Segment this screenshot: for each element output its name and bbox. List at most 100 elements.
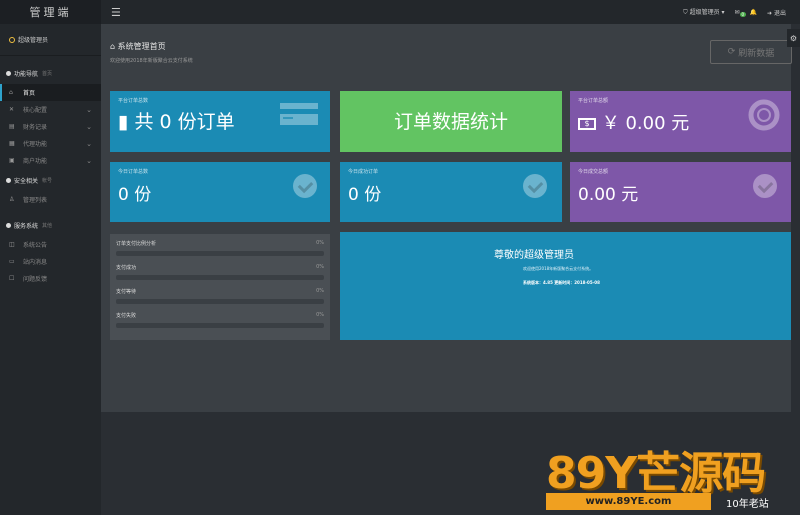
home-icon: ⌂ xyxy=(110,42,116,51)
sidebar-item-label: 核心配置 xyxy=(23,107,48,114)
card-value: 0 份 xyxy=(118,185,152,205)
progress-pct: 0% xyxy=(316,264,324,270)
sidebar-item-label: 代理功能 xyxy=(23,141,48,148)
settings-gear-icon[interactable]: ⚙ xyxy=(787,29,800,47)
watermark-tag: 10年老站 xyxy=(726,499,769,510)
check-circle-icon xyxy=(293,174,317,198)
refresh-button[interactable]: ⟳ 刷新数据 xyxy=(710,40,792,64)
chevron-down-icon: ⌄ xyxy=(86,139,92,148)
sidebar-item-finance[interactable]: ▤ 财务记录 ⌄ xyxy=(0,118,101,135)
sidebar-item-message[interactable]: ▭ 站内消息 xyxy=(0,253,101,270)
card-label: 平台订单总数 xyxy=(118,98,149,104)
logout-button[interactable]: ➜ 退出 xyxy=(767,8,786,17)
admin-welcome-panel: 尊敬的超级管理员 欢迎使用2018年新版聚合云支付系统。 系统版本：4.85 更… xyxy=(340,232,791,340)
chevron-down-icon: ⌄ xyxy=(86,156,92,165)
card-today-orders: 今日订单总数 0 份 xyxy=(110,162,330,222)
card-value: $ ￥ 0.00 元 xyxy=(578,109,689,135)
logout-label: 退出 xyxy=(773,9,786,17)
bookmark-icon: ▮ xyxy=(118,111,129,133)
sidebar-item-feedback[interactable]: ☐ 问题反馈 xyxy=(0,270,101,287)
brand-title: 管理端 xyxy=(0,0,101,24)
watermark: 89Y芒源码 www.89YE.com 10年老站 xyxy=(540,437,800,515)
card-value: 0.00 元 xyxy=(578,185,639,205)
page-subtitle: 欢迎使用2018年新版聚合云支付系统 xyxy=(110,58,193,64)
chevron-down-icon: ⌄ xyxy=(86,105,92,114)
progress-bar xyxy=(116,275,324,280)
sidebar-item-label: 站内消息 xyxy=(23,259,48,266)
sidebar-item-label: 管理列表 xyxy=(23,197,48,204)
sidebar-item-label: 商户功能 xyxy=(23,158,48,165)
admin-title: 尊敬的超级管理员 xyxy=(494,250,574,261)
card-label: 今日成功订单 xyxy=(348,169,379,175)
progress-label: 支付失败 xyxy=(116,313,137,319)
caret-down-icon: ▾ xyxy=(721,9,725,16)
sidebar: 管理端 超级管理员 功能导航 首页 ⌂ 首页 ✕ 核心配置 ⌄ ▤ 财务记录 ⌄… xyxy=(0,0,101,515)
card-value: 0 份 xyxy=(348,185,382,205)
agent-icon: ▦ xyxy=(9,140,15,147)
progress-pct: 0% xyxy=(316,240,324,246)
section-dot-icon xyxy=(6,177,11,183)
progress-bar xyxy=(116,323,324,328)
message-icon: ▭ xyxy=(9,258,15,265)
lifebuoy-icon xyxy=(748,99,780,131)
feedback-icon: ☐ xyxy=(9,275,15,282)
card-value-text: 共 0 份订单 xyxy=(134,111,235,133)
card-today-success: 今日成功订单 0 份 xyxy=(340,162,562,222)
sidebar-item-label: 首页 xyxy=(23,90,36,97)
section-dot-icon xyxy=(6,70,11,76)
admin-version-info: 系统版本：4.85 更新时间：2018-05-08 xyxy=(523,280,600,285)
topbar: ☰ ⛉ 超级管理员 ▾ ✉ 0 🔔 ➜ 退出 xyxy=(101,0,800,24)
section-sub: 其他 xyxy=(42,222,53,229)
refresh-label: 刷新数据 xyxy=(738,48,775,59)
card-total-orders: 平台订单总数 ▮ 共 0 份订单 xyxy=(110,91,330,152)
card-platform-amount: 平台订单总额 $ ￥ 0.00 元 xyxy=(570,91,791,152)
card-order-stats[interactable]: 订单数据统计 xyxy=(340,91,562,152)
sidebar-item-label: 财务记录 xyxy=(23,124,48,131)
message-icon: ✉ xyxy=(734,8,740,16)
section-title: 安全相关 xyxy=(14,177,39,185)
sidebar-item-merchant[interactable]: ▣ 商户功能 ⌄ xyxy=(0,152,101,169)
card-label: 今日订单总数 xyxy=(118,169,149,175)
shield-icon: ⛉ xyxy=(683,9,688,16)
sidebar-item-label: 系统公告 xyxy=(23,242,48,249)
section-security: 安全相关 帐号 xyxy=(0,169,101,191)
sidebar-item-notice[interactable]: ◫ 系统公告 xyxy=(0,236,101,253)
check-circle-icon xyxy=(753,174,777,198)
section-nav: 功能导航 首页 xyxy=(0,62,101,84)
section-dot-icon xyxy=(6,222,11,228)
progress-bar xyxy=(116,251,324,256)
section-sub: 帐号 xyxy=(42,177,53,184)
user-box[interactable]: 超级管理员 xyxy=(0,24,101,56)
sidebar-item-admin-list[interactable]: ♙ 管理列表 xyxy=(0,191,101,208)
progress-bar xyxy=(116,299,324,304)
message-count-badge: 0 xyxy=(739,11,747,17)
bell-icon[interactable]: 🔔 xyxy=(750,9,757,16)
progress-pct: 0% xyxy=(316,312,324,318)
sidebar-item-label: 问题反馈 xyxy=(23,276,48,283)
progress-row: 支付等待 0% xyxy=(116,288,324,304)
card-value-text: ￥ 0.00 元 xyxy=(601,113,690,134)
config-icon: ✕ xyxy=(9,106,15,113)
user-menu[interactable]: ⛉ 超级管理员 ▾ xyxy=(683,7,724,17)
menu-toggle-icon[interactable]: ☰ xyxy=(111,6,121,19)
messages-button[interactable]: ✉ 0 xyxy=(734,8,747,17)
topbar-right: ⛉ 超级管理员 ▾ ✉ 0 🔔 ➜ 退出 xyxy=(683,0,786,24)
admin-welcome-text: 欢迎使用2018年新版聚合云支付系统。 xyxy=(523,266,594,271)
section-sub: 首页 xyxy=(42,70,53,77)
sidebar-item-config[interactable]: ✕ 核心配置 ⌄ xyxy=(0,101,101,118)
card-label: 今日成交总额 xyxy=(578,169,609,175)
logout-icon: ➜ xyxy=(767,9,773,17)
section-title: 功能导航 xyxy=(14,70,39,78)
sidebar-item-agent[interactable]: ▦ 代理功能 ⌄ xyxy=(0,135,101,152)
progress-pct: 0% xyxy=(316,288,324,294)
watermark-url: www.89YE.com xyxy=(546,493,711,510)
card-today-amount: 今日成交总额 0.00 元 xyxy=(570,162,791,222)
finance-icon: ▤ xyxy=(9,123,15,130)
user-menu-label: 超级管理员 xyxy=(689,9,720,16)
home-icon: ⌂ xyxy=(9,89,13,96)
money-icon: $ xyxy=(578,118,596,130)
sidebar-item-home[interactable]: ⌂ 首页 xyxy=(0,84,101,101)
card-value: ▮ 共 0 份订单 xyxy=(118,107,235,134)
payment-ratio-panel: 订单支付比例分析 0% 支付成功 0% 支付等待 0% 支付失败 0% xyxy=(110,234,330,340)
progress-label: 订单支付比例分析 xyxy=(116,241,157,247)
